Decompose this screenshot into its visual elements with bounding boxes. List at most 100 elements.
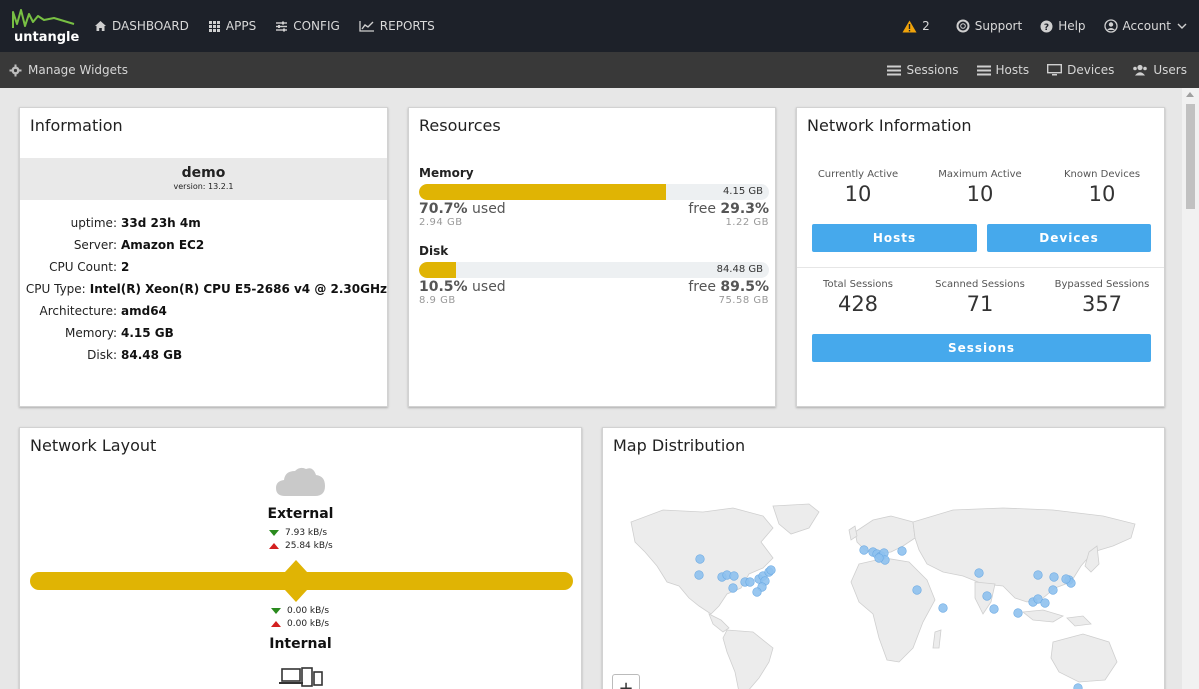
widget-title: Network Information xyxy=(807,116,972,135)
main-nav: DASHBOARD APPS CONFIG REPORTS xyxy=(94,0,454,52)
map-marker[interactable] xyxy=(912,585,922,595)
world-map[interactable] xyxy=(623,502,1153,689)
map-marker[interactable] xyxy=(752,587,762,597)
info-value: 4.15 GB xyxy=(121,326,174,340)
account-menu[interactable]: Account xyxy=(1103,19,1187,33)
hosts-link-label: Hosts xyxy=(995,63,1030,77)
map-marker[interactable] xyxy=(729,571,739,581)
map-marker[interactable] xyxy=(695,554,705,564)
map-marker[interactable] xyxy=(989,604,999,614)
memory-free-amount: 1.22 GB xyxy=(725,217,769,228)
stat-value: 10 xyxy=(966,182,994,206)
widget-title: Information xyxy=(30,116,123,135)
memory-usage: Memory 4.15 GB 70.7% used free 29.3% 2.9… xyxy=(419,166,769,228)
up-arrow-icon xyxy=(269,543,279,549)
map-marker[interactable] xyxy=(982,591,992,601)
info-label: CPU Count: xyxy=(49,260,117,274)
hosts-link[interactable]: Hosts xyxy=(976,63,1030,77)
info-row: uptime: 33d 23h 4m xyxy=(20,212,387,234)
brand-name: untangle xyxy=(14,30,80,45)
scroll-up-arrow-icon[interactable] xyxy=(1186,92,1194,97)
memory-free-pct: 29.3% xyxy=(720,201,769,217)
info-label: Server: xyxy=(73,238,117,252)
map-marker[interactable] xyxy=(1033,570,1043,580)
nav-apps[interactable]: APPS xyxy=(208,19,256,33)
disk-usage: Disk 84.48 GB 10.5% used free 89.5% 8.9 … xyxy=(419,244,769,306)
nav-dashboard-label: DASHBOARD xyxy=(112,19,189,33)
widget-title: Map Distribution xyxy=(613,436,746,455)
external-upload-rate: 25.84 kB/s xyxy=(269,541,333,551)
question-icon: ? xyxy=(1040,20,1053,33)
info-value: 84.48 GB xyxy=(121,348,183,362)
hosts-button[interactable]: Hosts xyxy=(812,224,977,252)
network-information-widget: Network Information Currently Active 10 … xyxy=(796,107,1165,407)
nav-reports-label: REPORTS xyxy=(379,19,435,33)
internal-down-value: 0.00 kB/s xyxy=(287,606,330,616)
scrollbar-thumb[interactable] xyxy=(1186,104,1195,209)
internal-label: Internal xyxy=(269,636,332,652)
gear-icon xyxy=(9,64,22,76)
currently-active-stat: Currently Active 10 xyxy=(797,169,919,206)
map-marker[interactable] xyxy=(897,546,907,556)
devices-link[interactable]: Devices xyxy=(1047,63,1114,77)
map-marker[interactable] xyxy=(859,545,869,555)
sliders-icon xyxy=(276,21,288,32)
map-marker[interactable] xyxy=(938,603,948,613)
map-marker[interactable] xyxy=(1040,598,1050,608)
map-marker[interactable] xyxy=(728,583,738,593)
map-marker[interactable] xyxy=(694,570,704,580)
logo-wave-icon xyxy=(12,9,75,28)
chevron-down-icon xyxy=(1177,23,1187,29)
devices-button[interactable]: Devices xyxy=(987,224,1151,252)
map-marker[interactable] xyxy=(874,553,884,563)
zoom-in-button[interactable]: + xyxy=(612,674,640,689)
stat-value: 10 xyxy=(844,182,872,206)
alerts-count: 2 xyxy=(922,19,930,33)
map-marker[interactable] xyxy=(1013,608,1023,618)
alerts-button[interactable]: 2 xyxy=(902,19,930,33)
external-download-rate: 7.93 kB/s xyxy=(269,528,327,538)
disk-bar-fill xyxy=(419,262,456,278)
home-icon xyxy=(95,21,106,31)
help-label: Help xyxy=(1058,19,1086,33)
sessions-button[interactable]: Sessions xyxy=(812,334,1151,362)
nav-dashboard[interactable]: DASHBOARD xyxy=(94,19,189,33)
known-devices-stat: Known Devices 10 xyxy=(1041,169,1163,206)
map-marker[interactable] xyxy=(1048,585,1058,595)
account-nav: 2 Support ? Help Account xyxy=(884,0,1187,52)
map-marker[interactable] xyxy=(974,568,984,578)
disk-used-pct: 10.5% xyxy=(419,279,468,295)
map-marker[interactable] xyxy=(1049,572,1059,582)
up-arrow-icon xyxy=(271,621,281,627)
map-marker[interactable] xyxy=(745,577,755,587)
manage-widgets-label: Manage Widgets xyxy=(28,63,128,77)
memory-free-text: free 29.3% xyxy=(688,201,769,217)
disk-used-amount: 8.9 GB xyxy=(419,295,456,306)
help-link[interactable]: ? Help xyxy=(1040,19,1086,33)
external-label: External xyxy=(267,506,334,522)
information-widget: Information demo version: 13.2.1 uptime:… xyxy=(19,107,388,407)
map-distribution-widget: Map Distribution + xyxy=(602,427,1165,689)
disk-free-text: free 89.5% xyxy=(688,279,769,295)
map-marker[interactable] xyxy=(1061,574,1071,584)
page-scrollbar[interactable] xyxy=(1182,88,1199,689)
info-row: Memory: 4.15 GB xyxy=(20,322,387,344)
nav-reports[interactable]: REPORTS xyxy=(359,19,435,33)
stat-label: Currently Active xyxy=(817,169,899,180)
memory-label: Memory xyxy=(419,166,474,180)
secondary-toolbar: Manage Widgets Sessions Hosts Devices Us… xyxy=(0,52,1199,88)
monitor-icon xyxy=(1047,64,1063,76)
disk-free-amount: 75.58 GB xyxy=(718,295,769,306)
scanned-sessions-stat: Scanned Sessions 71 xyxy=(919,279,1041,316)
resources-widget: Resources Memory 4.15 GB 70.7% used free… xyxy=(408,107,776,407)
sessions-link[interactable]: Sessions xyxy=(887,63,959,77)
manage-widgets-button[interactable]: Manage Widgets xyxy=(9,52,128,88)
nav-config-label: CONFIG xyxy=(293,19,340,33)
map-marker[interactable] xyxy=(1073,683,1083,689)
map-marker[interactable] xyxy=(766,565,776,575)
users-link[interactable]: Users xyxy=(1132,63,1187,77)
support-link[interactable]: Support xyxy=(956,19,1022,33)
widget-title: Network Layout xyxy=(30,436,157,455)
warning-icon xyxy=(902,20,917,32)
nav-config[interactable]: CONFIG xyxy=(275,19,340,33)
